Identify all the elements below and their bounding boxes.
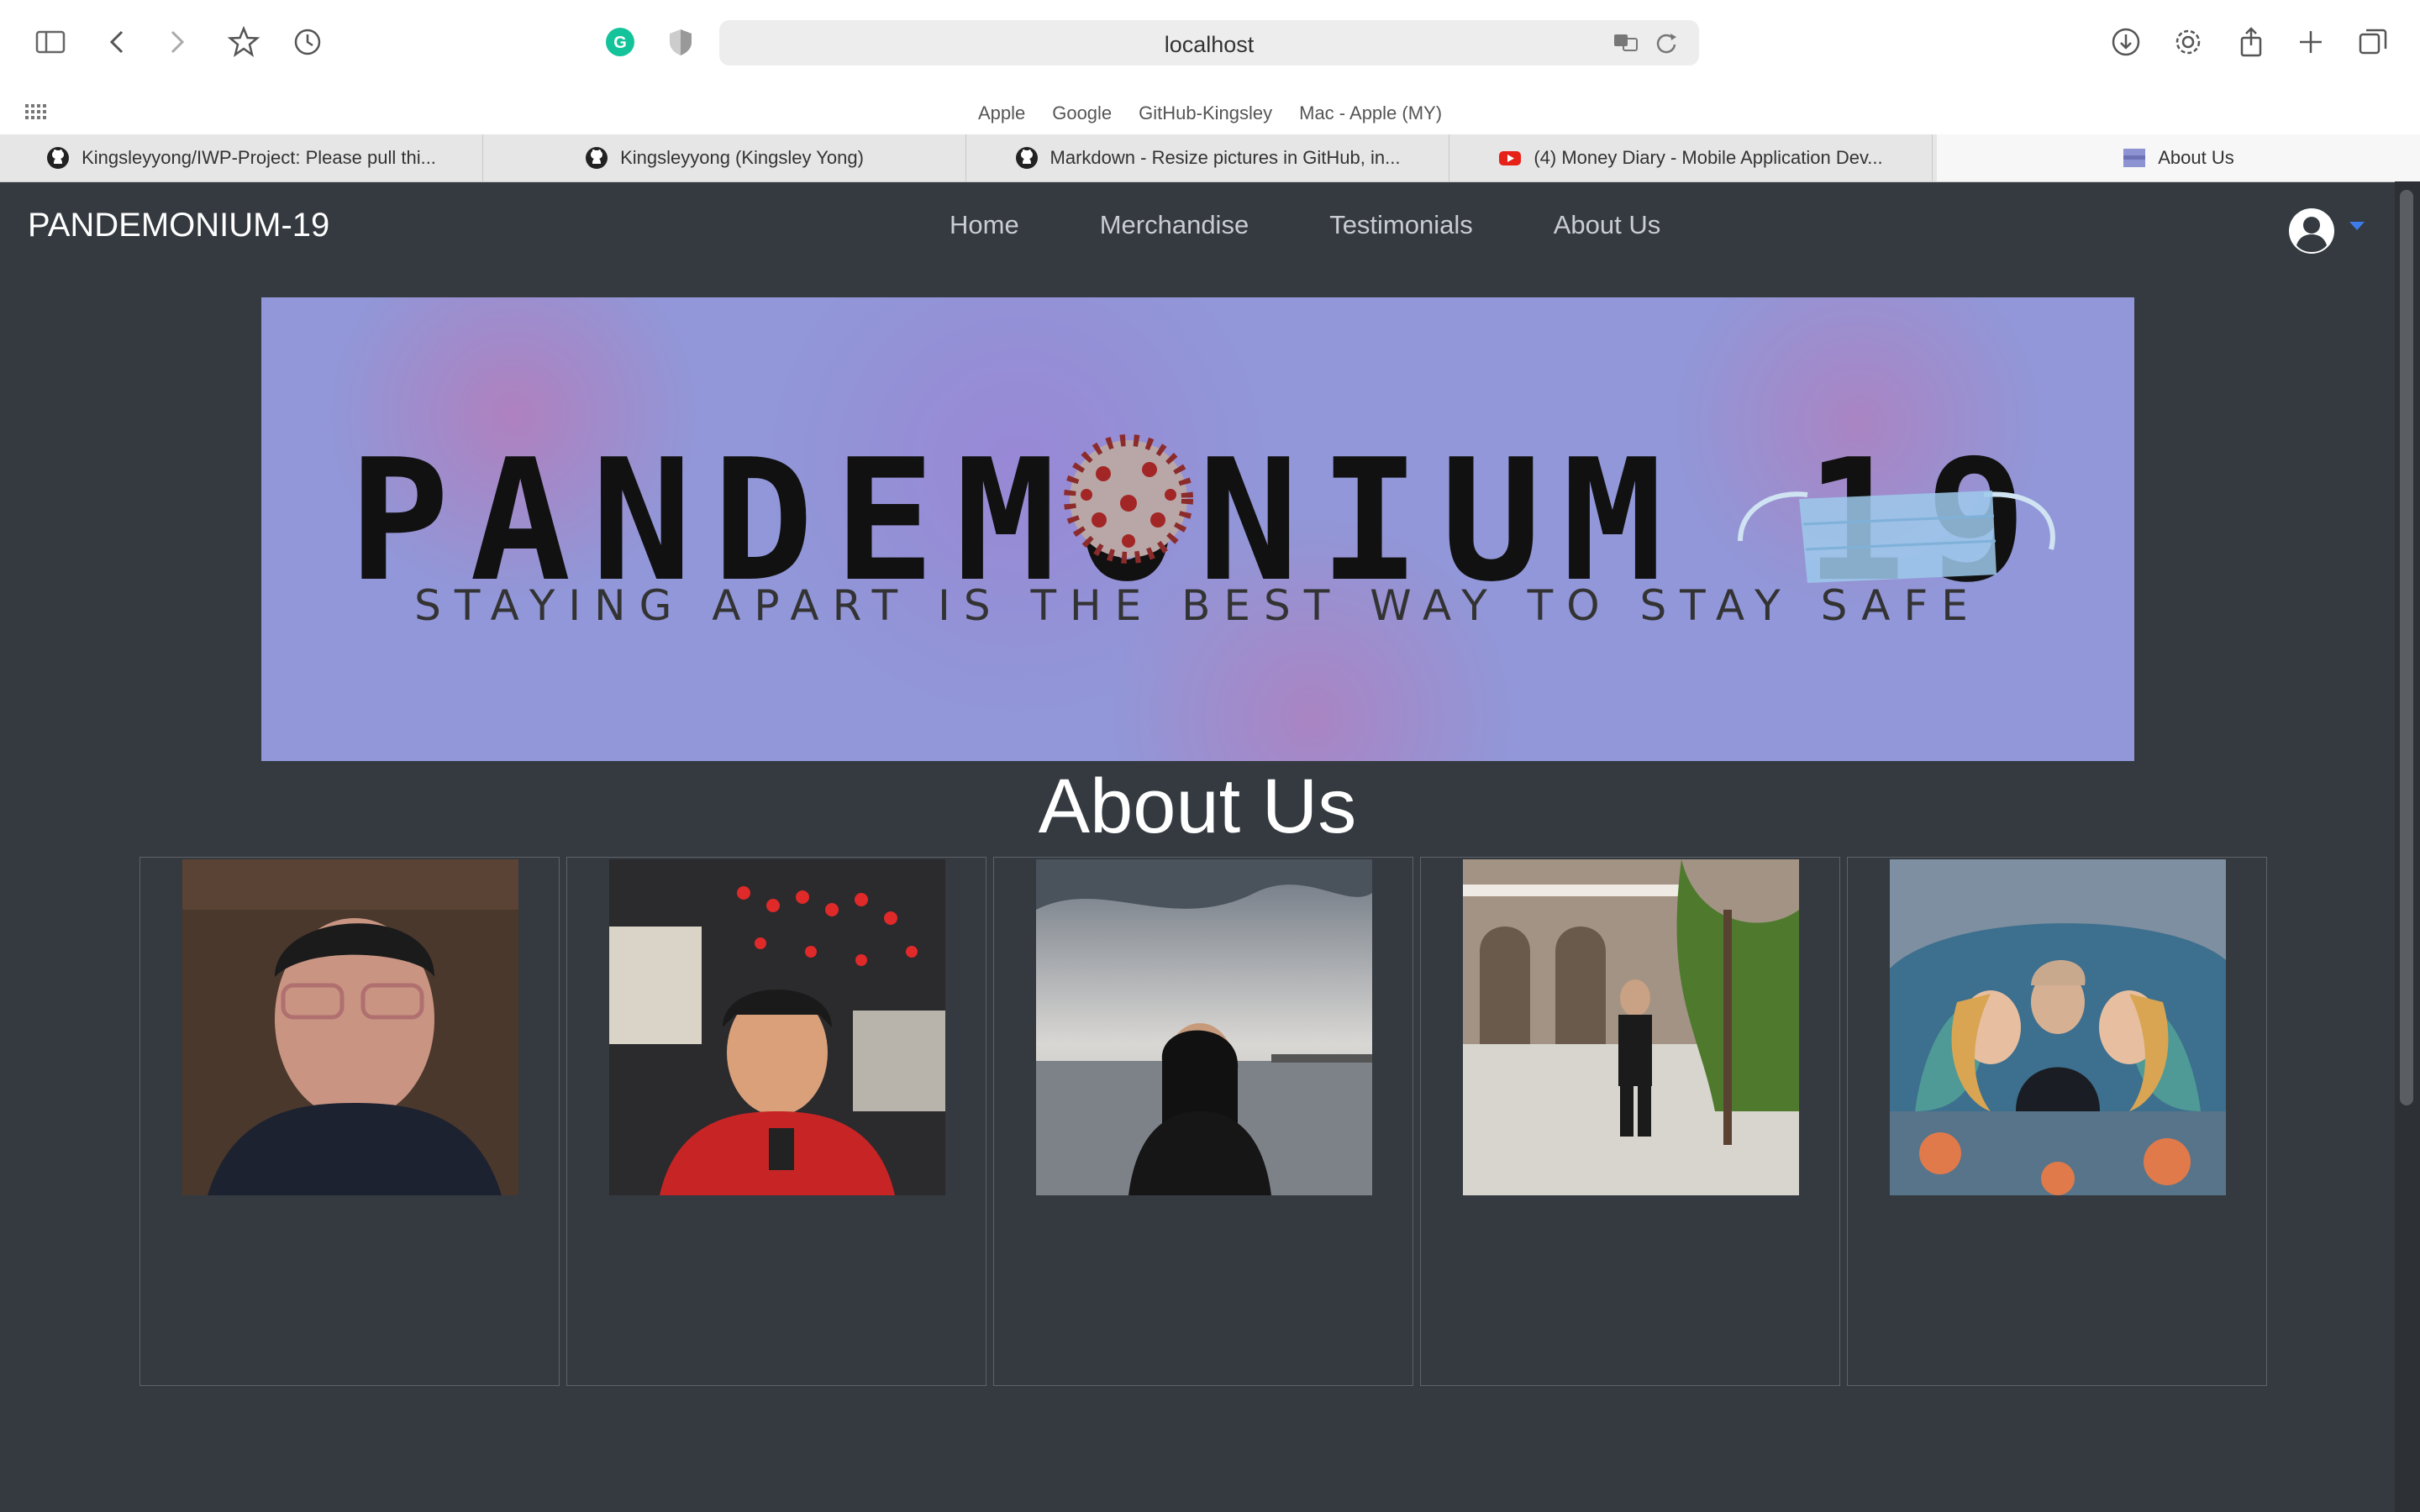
nav-links: Home Merchandise Testimonials About Us: [924, 210, 1660, 240]
user-menu-button[interactable]: [2287, 207, 2365, 255]
github-icon: [47, 147, 70, 169]
site-brand[interactable]: PANDEMONIUM-19: [28, 207, 329, 244]
tab-label: (4) Money Diary - Mobile Application Dev…: [1534, 147, 1883, 168]
grammarly-icon[interactable]: G: [600, 22, 640, 62]
tab-label: About Us: [2158, 147, 2234, 168]
member-photo: [1890, 859, 2226, 1195]
share-icon[interactable]: [2231, 22, 2271, 62]
tab-markdown-resize[interactable]: Markdown - Resize pictures in GitHub, in…: [966, 134, 1449, 181]
bookmark-star-icon[interactable]: [224, 22, 264, 62]
tab-label: Kingsleyyong (Kingsley Yong): [620, 147, 864, 168]
bookmark-apple[interactable]: Apple: [978, 102, 1025, 124]
tab-about-us[interactable]: About Us: [1937, 134, 2420, 181]
bookmark-github-kingsley[interactable]: GitHub-Kingsley: [1139, 102, 1272, 124]
team-member-card: [1847, 857, 2267, 1386]
tab-kingsleyyong[interactable]: Kingsleyyong (Kingsley Yong): [483, 134, 966, 181]
translate-icon[interactable]: [1612, 29, 1640, 57]
member-photo: [182, 859, 518, 1195]
url-text: localhost: [1164, 32, 1255, 57]
shield-icon[interactable]: [660, 22, 701, 62]
member-photo: [1036, 859, 1372, 1195]
team-member-card: [566, 857, 986, 1386]
bookmark-mac-apple[interactable]: Mac - Apple (MY): [1299, 102, 1442, 124]
address-bar[interactable]: localhost: [719, 20, 1699, 66]
github-icon: [586, 147, 608, 169]
svg-text:G: G: [613, 34, 627, 52]
sidebar-toggle-icon[interactable]: [30, 22, 71, 62]
member-photo: [1463, 859, 1799, 1195]
tab-label: Markdown - Resize pictures in GitHub, in…: [1050, 147, 1401, 168]
site-navbar: PANDEMONIUM-19 Home Merchandise Testimon…: [0, 181, 2395, 274]
team-cards: [139, 857, 2267, 1386]
tab-iwp-project[interactable]: Kingsleyyong/IWP-Project: Please pull th…: [0, 134, 483, 181]
github-icon: [1015, 147, 1038, 169]
coronavirus-icon: [1064, 434, 1193, 564]
forward-icon[interactable]: [156, 22, 197, 62]
team-member-card: [993, 857, 1413, 1386]
youtube-icon: [1499, 151, 1522, 165]
scroll-thumb[interactable]: [2400, 190, 2413, 1105]
tab-money-diary[interactable]: (4) Money Diary - Mobile Application Dev…: [1449, 134, 1933, 181]
nav-merchandise[interactable]: Merchandise: [1100, 210, 1249, 240]
nav-testimonials[interactable]: Testimonials: [1329, 210, 1473, 240]
banner-subtitle: STAYING APART IS THE BEST WAY TO STAY SA…: [414, 581, 1981, 630]
page-scrollbar[interactable]: [2395, 181, 2420, 1512]
member-photo: [609, 859, 945, 1195]
tab-overview-icon[interactable]: [2353, 22, 2393, 62]
tab-bar: Kingsleyyong/IWP-Project: Please pull th…: [0, 134, 2420, 182]
browser-toolbar: G localhost: [0, 0, 2420, 87]
nav-about-us[interactable]: About Us: [1554, 210, 1661, 240]
team-member-card: [139, 857, 560, 1386]
settings-gear-icon[interactable]: [2168, 22, 2208, 62]
bookmark-google[interactable]: Google: [1052, 102, 1112, 124]
tab-label: Kingsleyyong/IWP-Project: Please pull th…: [82, 147, 436, 168]
site-favicon: [2123, 149, 2146, 167]
reload-icon[interactable]: [1652, 29, 1681, 57]
downloads-icon[interactable]: [2106, 22, 2146, 62]
nav-home[interactable]: Home: [950, 210, 1019, 240]
new-tab-icon[interactable]: [2291, 22, 2331, 62]
bookmarks-bar: Apple Google GitHub-Kingsley Mac - Apple…: [0, 87, 2420, 134]
history-icon[interactable]: [287, 22, 328, 62]
user-avatar-icon: [2289, 208, 2334, 254]
hero-banner: PANDEMONIUM 19 STAYING APART IS THE BEST…: [261, 297, 2134, 761]
back-icon[interactable]: [97, 22, 138, 62]
chevron-down-icon: [2349, 222, 2365, 230]
team-member-card: [1420, 857, 1840, 1386]
about-us-heading: About Us: [1038, 764, 1357, 849]
